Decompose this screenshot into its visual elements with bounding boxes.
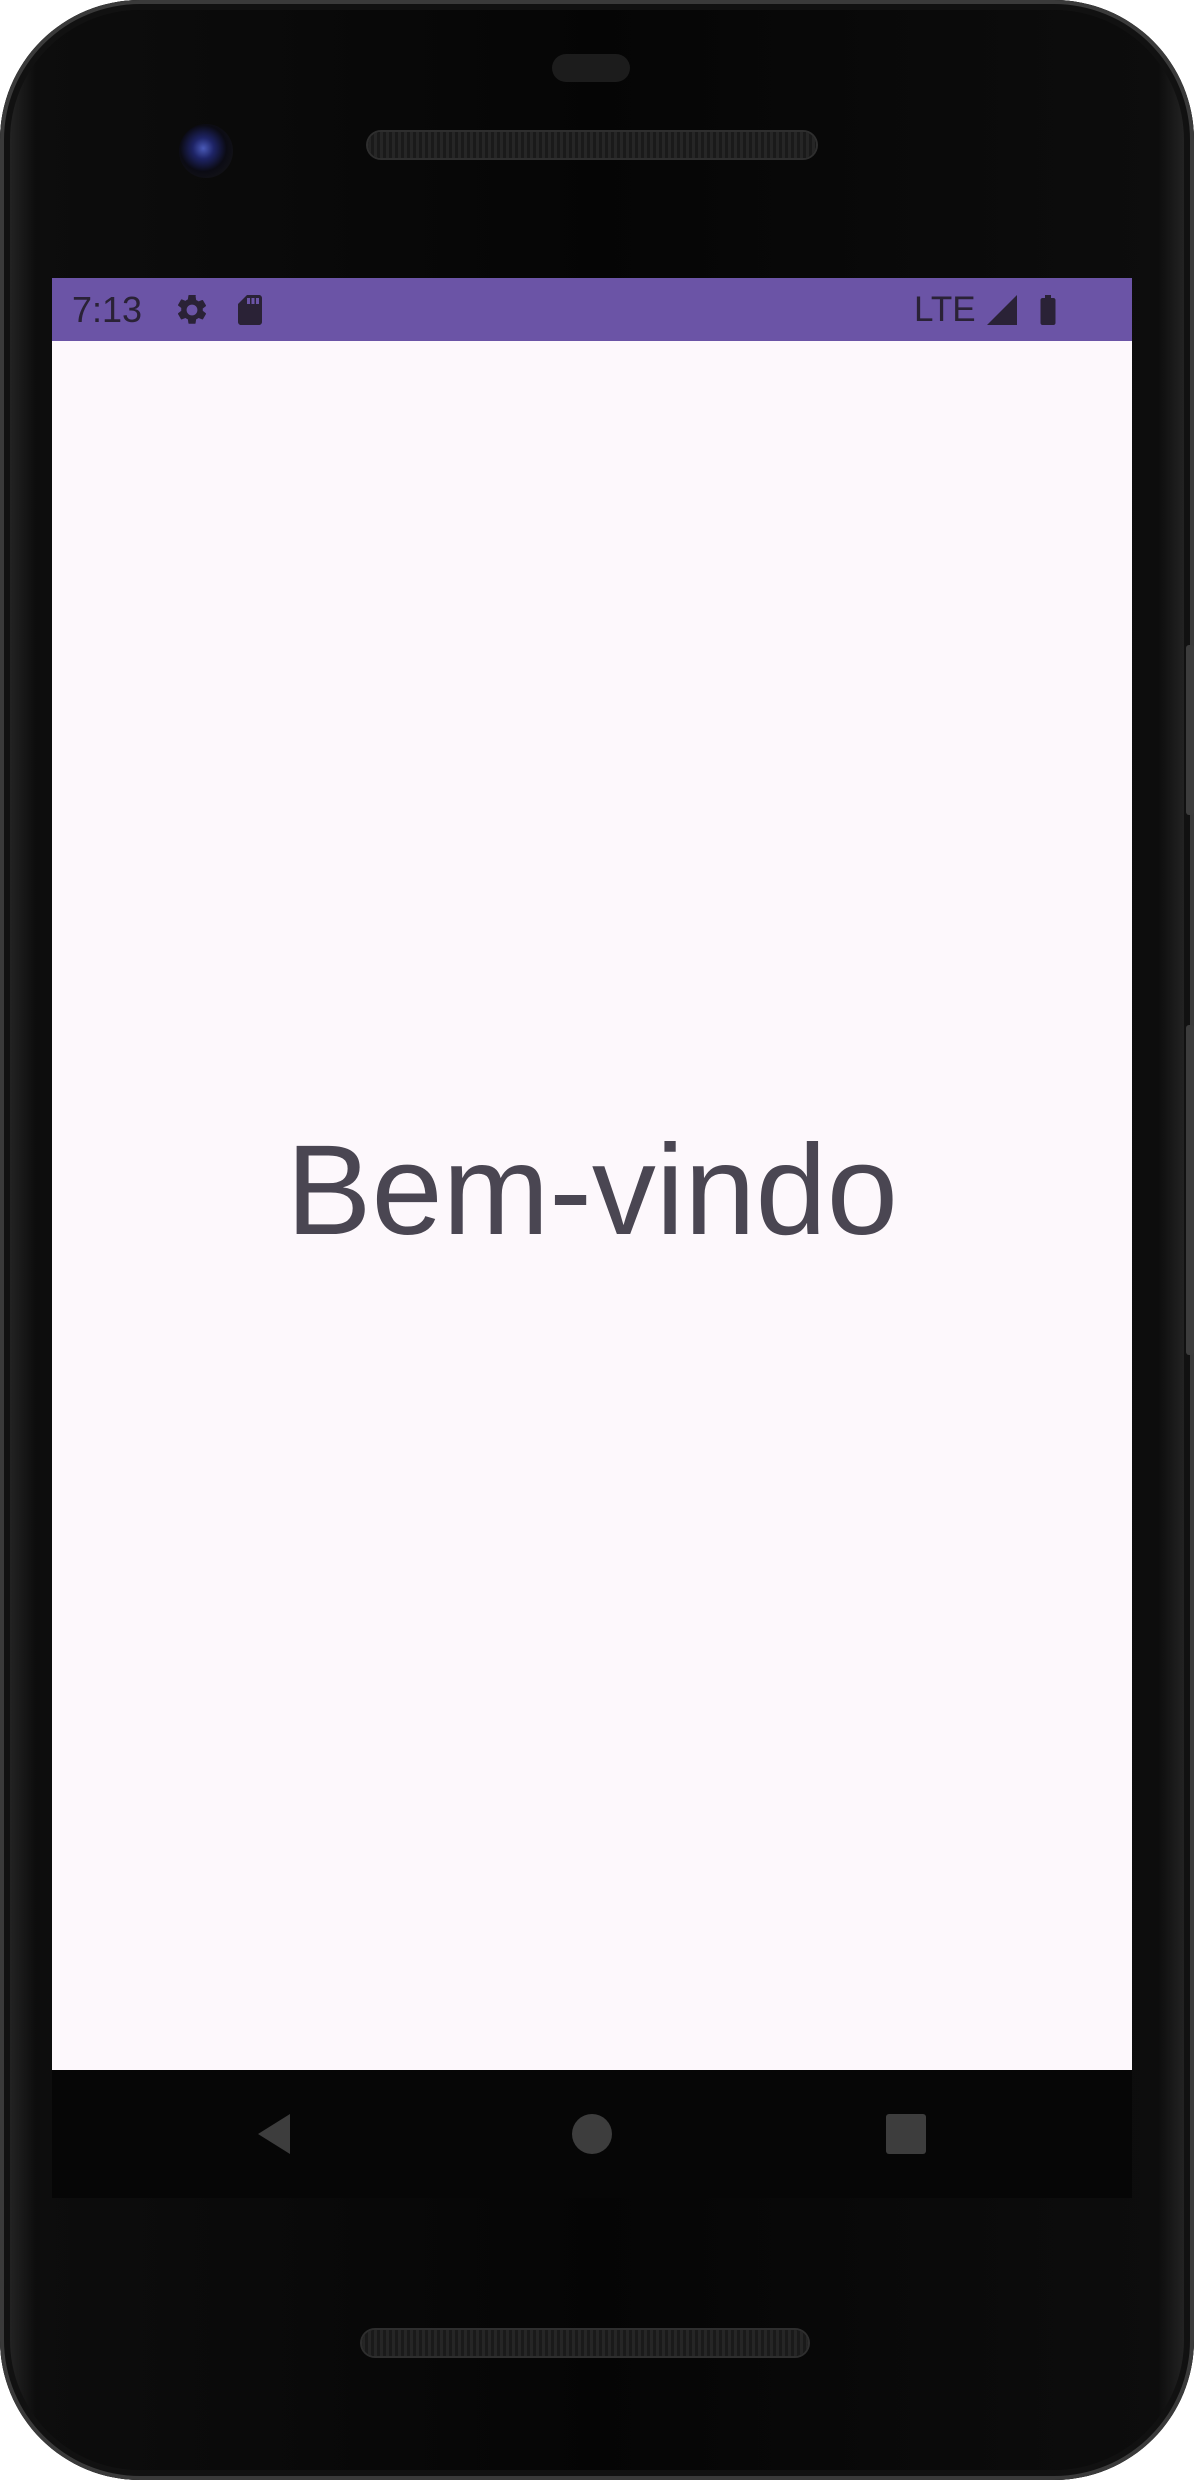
proximity-sensor: [552, 54, 630, 82]
navigation-bar: [52, 2070, 1132, 2198]
phone-screen: 7:13 LTE Bem-vindo: [52, 278, 1132, 2198]
back-icon[interactable]: [252, 2110, 300, 2158]
welcome-heading: Bem-vindo: [286, 1119, 898, 1262]
network-type-label: LTE: [914, 290, 976, 329]
status-bar: 7:13 LTE: [52, 278, 1132, 341]
battery-icon: [1030, 292, 1066, 328]
front-camera-icon: [179, 124, 233, 178]
home-icon[interactable]: [568, 2110, 616, 2158]
settings-icon: [174, 292, 210, 328]
status-time: 7:13: [72, 289, 143, 330]
power-button: [1186, 645, 1194, 815]
sd-card-icon: [232, 292, 268, 328]
main-content: Bem-vindo: [52, 341, 1132, 2070]
phone-device-frame: 7:13 LTE Bem-vindo: [0, 0, 1194, 2480]
bottom-speaker-grille: [362, 2330, 808, 2356]
volume-button: [1186, 1025, 1194, 1355]
top-speaker-grille: [368, 132, 816, 158]
recents-icon[interactable]: [882, 2110, 930, 2158]
signal-icon: [984, 292, 1020, 328]
